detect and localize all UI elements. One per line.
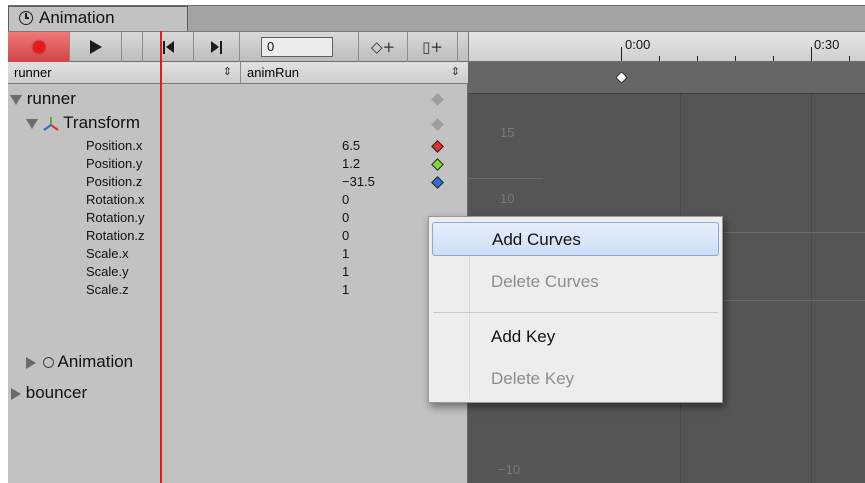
keyframe-diamond-icon[interactable] [431,118,444,131]
property-name: Rotation.x [86,192,145,207]
property-value[interactable]: 6.5 [342,138,360,153]
context-menu: Add Curves Delete Curves Add Key Delete … [428,216,723,403]
property-value[interactable]: 1 [342,264,349,279]
axis-label: 10 [500,191,515,206]
previous-frame-icon [162,40,174,54]
time-label: 0:00 [625,37,651,52]
menu-item-delete-key[interactable]: Delete Key [429,362,722,396]
grid-line [811,94,812,483]
property-row[interactable]: Position.y 1.2 [8,156,468,174]
property-value[interactable]: 0 [342,210,349,225]
play-button[interactable] [70,32,122,62]
clock-icon [42,357,54,369]
clock-icon [19,11,33,25]
tree-row-bouncer[interactable]: bouncer [8,383,468,407]
dopesheet-summary-row [468,62,865,94]
animation-toolbar: 0 ◇+ ▯+ [8,31,468,62]
tab-animation-label: Animation [39,8,115,27]
object-selector[interactable]: runner ⇕ [8,62,241,83]
tree-row-runner[interactable]: runner [8,89,468,113]
disclosure-collapsed-icon[interactable] [26,356,36,369]
property-row[interactable]: Scale.z 1 [8,282,468,300]
ruler-tick [773,56,774,61]
tree-row-animation[interactable]: Animation [8,352,468,376]
grid-line [468,178,543,179]
tab-strip: Animation [8,5,865,32]
play-icon [89,40,102,54]
add-keyframe-icon: ◇+ [370,38,396,56]
transform-axes-icon [43,116,59,131]
property-row[interactable]: Rotation.y 0 [8,210,468,228]
tree-label-runner: runner [26,89,76,108]
frame-field[interactable]: 0 [261,37,333,57]
keyframe-diamond-icon[interactable] [431,93,444,106]
property-value[interactable]: −31.5 [342,174,375,189]
ruler-tick [735,56,736,61]
tree-row-transform[interactable]: Transform [8,113,468,137]
previous-frame-button[interactable] [142,32,194,62]
tree-label-bouncer: bouncer [25,383,88,402]
clip-selector-value: animRun [247,65,300,80]
add-event-button[interactable]: ▯+ [408,32,458,62]
property-name: Scale.z [86,282,129,297]
updown-arrows-icon: ⇕ [450,66,460,78]
object-selector-value: runner [14,65,52,80]
timeline-ruler[interactable]: 0:00 0:30 [468,31,865,62]
disclosure-expanded-icon[interactable] [10,94,22,105]
keyframe-diamond-icon[interactable] [431,158,444,171]
property-name: Position.z [86,174,143,189]
menu-item-delete-curves[interactable]: Delete Curves [429,265,722,299]
ruler-tick [621,47,622,61]
property-name: Scale.y [86,264,129,279]
ruler-tick [811,47,812,61]
property-value[interactable]: 1 [342,282,349,297]
property-value[interactable]: 0 [342,228,349,243]
disclosure-collapsed-icon[interactable] [11,387,21,400]
menu-item-add-key[interactable]: Add Key [429,320,722,354]
clip-selector[interactable]: animRun ⇕ [241,62,468,83]
property-name: Scale.x [86,246,129,261]
playhead-line[interactable] [160,31,162,483]
property-row[interactable]: Scale.y 1 [8,264,468,282]
property-row[interactable]: Rotation.z 0 [8,228,468,246]
property-value[interactable]: 1 [342,246,349,261]
property-name: Position.y [86,156,143,171]
selector-row: runner ⇕ animRun ⇕ [8,62,468,84]
property-value[interactable]: 0 [342,192,349,207]
add-keyframe-button[interactable]: ◇+ [358,32,408,62]
menu-item-add-curves[interactable]: Add Curves [432,222,719,256]
axis-label: −10 [498,462,521,477]
keyframe-diamond-icon[interactable] [615,71,628,84]
time-label: 0:30 [814,37,840,52]
ruler-tick [659,56,660,61]
property-name: Position.x [86,138,143,153]
updown-arrows-icon: ⇕ [222,66,232,78]
next-frame-button[interactable] [194,32,240,62]
keyframe-diamond-icon[interactable] [431,140,444,153]
hierarchy-panel: runner ⇕ animRun ⇕ runner Transform Posi… [8,62,468,483]
property-row[interactable]: Scale.x 1 [8,246,468,264]
property-row[interactable]: Position.z −31.5 [8,174,468,192]
record-icon [32,41,45,53]
menu-separator [433,312,718,313]
add-event-icon: ▯+ [422,38,443,56]
next-frame-icon [211,40,222,54]
property-row[interactable]: Rotation.x 0 [8,192,468,210]
axis-label: 15 [500,125,515,140]
tree-label-transform: Transform [63,113,140,132]
keyframe-diamond-icon[interactable] [431,176,444,189]
record-button[interactable] [8,32,70,62]
disclosure-expanded-icon[interactable] [26,118,38,129]
ruler-tick [849,56,850,61]
property-row[interactable]: Position.x 6.5 [8,138,468,156]
property-name: Rotation.y [86,210,145,225]
property-name: Rotation.z [86,228,145,243]
tree-label-animation: Animation [57,352,134,371]
tab-animation[interactable]: Animation [8,6,188,32]
property-value[interactable]: 1.2 [342,156,360,171]
ruler-tick [697,56,698,61]
